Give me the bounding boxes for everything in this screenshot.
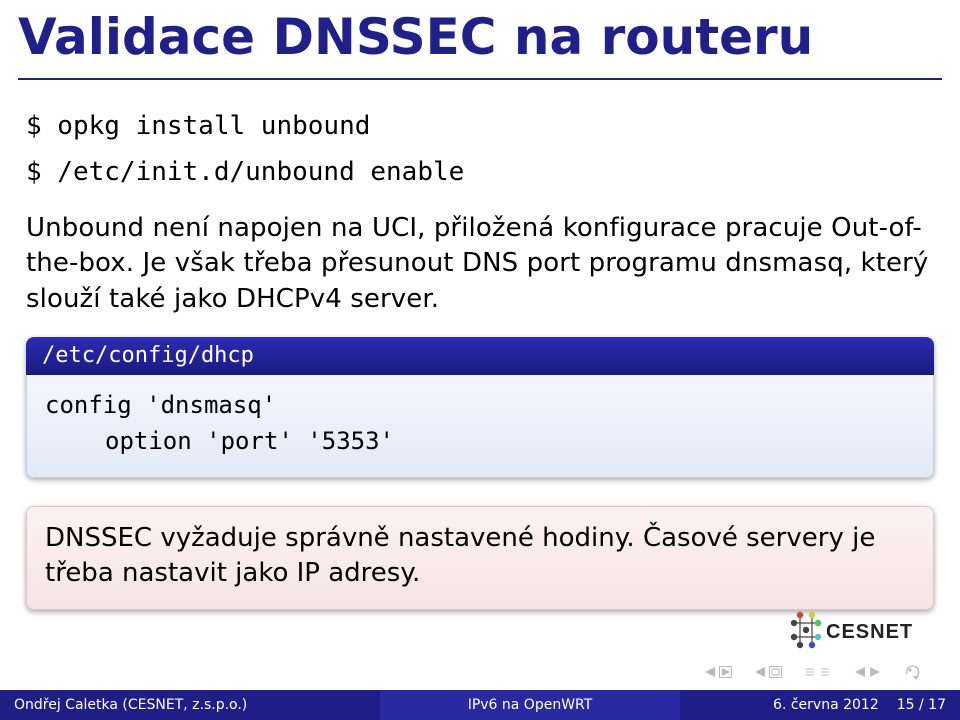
shell-command-1: $ opkg install unbound (26, 108, 934, 146)
code-line: option 'port' '5353' (45, 423, 915, 459)
cesnet-logo: CESNET (790, 608, 930, 652)
slide: Validace DNSSEC na routeru $ opkg instal… (0, 0, 960, 720)
code-line: config 'dnsmasq' (45, 391, 276, 419)
footer-bar: Ondřej Caletka (CESNET, z.s.p.o.) IPv6 n… (0, 690, 960, 720)
nav-next-section-icon[interactable] (719, 666, 732, 679)
footer-author: Ondřej Caletka (CESNET, z.s.p.o.) (0, 690, 380, 720)
nav-first-icon[interactable] (854, 666, 867, 679)
footer-title: IPv6 na OpenWRT (380, 690, 680, 720)
footer-page: 15 / 17 (897, 697, 946, 713)
nav-next-slide-icon[interactable] (819, 666, 832, 679)
alert-block: DNSSEC vyžaduje správně nastavené hodiny… (26, 506, 934, 610)
beamer-nav-icons (704, 664, 924, 680)
code-block-title: /etc/config/dhcp (26, 337, 934, 375)
nav-next-subsection-icon[interactable] (769, 666, 782, 679)
nav-back-icon[interactable] (904, 664, 924, 680)
logo-text: CESNET (826, 621, 913, 643)
nav-prev-subsection-icon[interactable] (754, 666, 767, 679)
code-block-body: config 'dnsmasq' option 'port' '5353' (26, 375, 934, 478)
paragraph-1: Unbound není napojen na UCI, přiložená k… (26, 211, 934, 316)
content-area: $ opkg install unbound $ /etc/init.d/unb… (26, 100, 934, 610)
shell-command-2: $ /etc/init.d/unbound enable (26, 154, 934, 192)
nav-prev-section-icon[interactable] (704, 666, 717, 679)
code-block: /etc/config/dhcp config 'dnsmasq' option… (26, 337, 934, 478)
nav-prev-slide-icon[interactable] (804, 666, 817, 679)
nav-last-icon[interactable] (869, 666, 882, 679)
slide-title: Validace DNSSEC na routeru (18, 8, 942, 80)
footer-date: 6. června 2012 (773, 697, 879, 713)
